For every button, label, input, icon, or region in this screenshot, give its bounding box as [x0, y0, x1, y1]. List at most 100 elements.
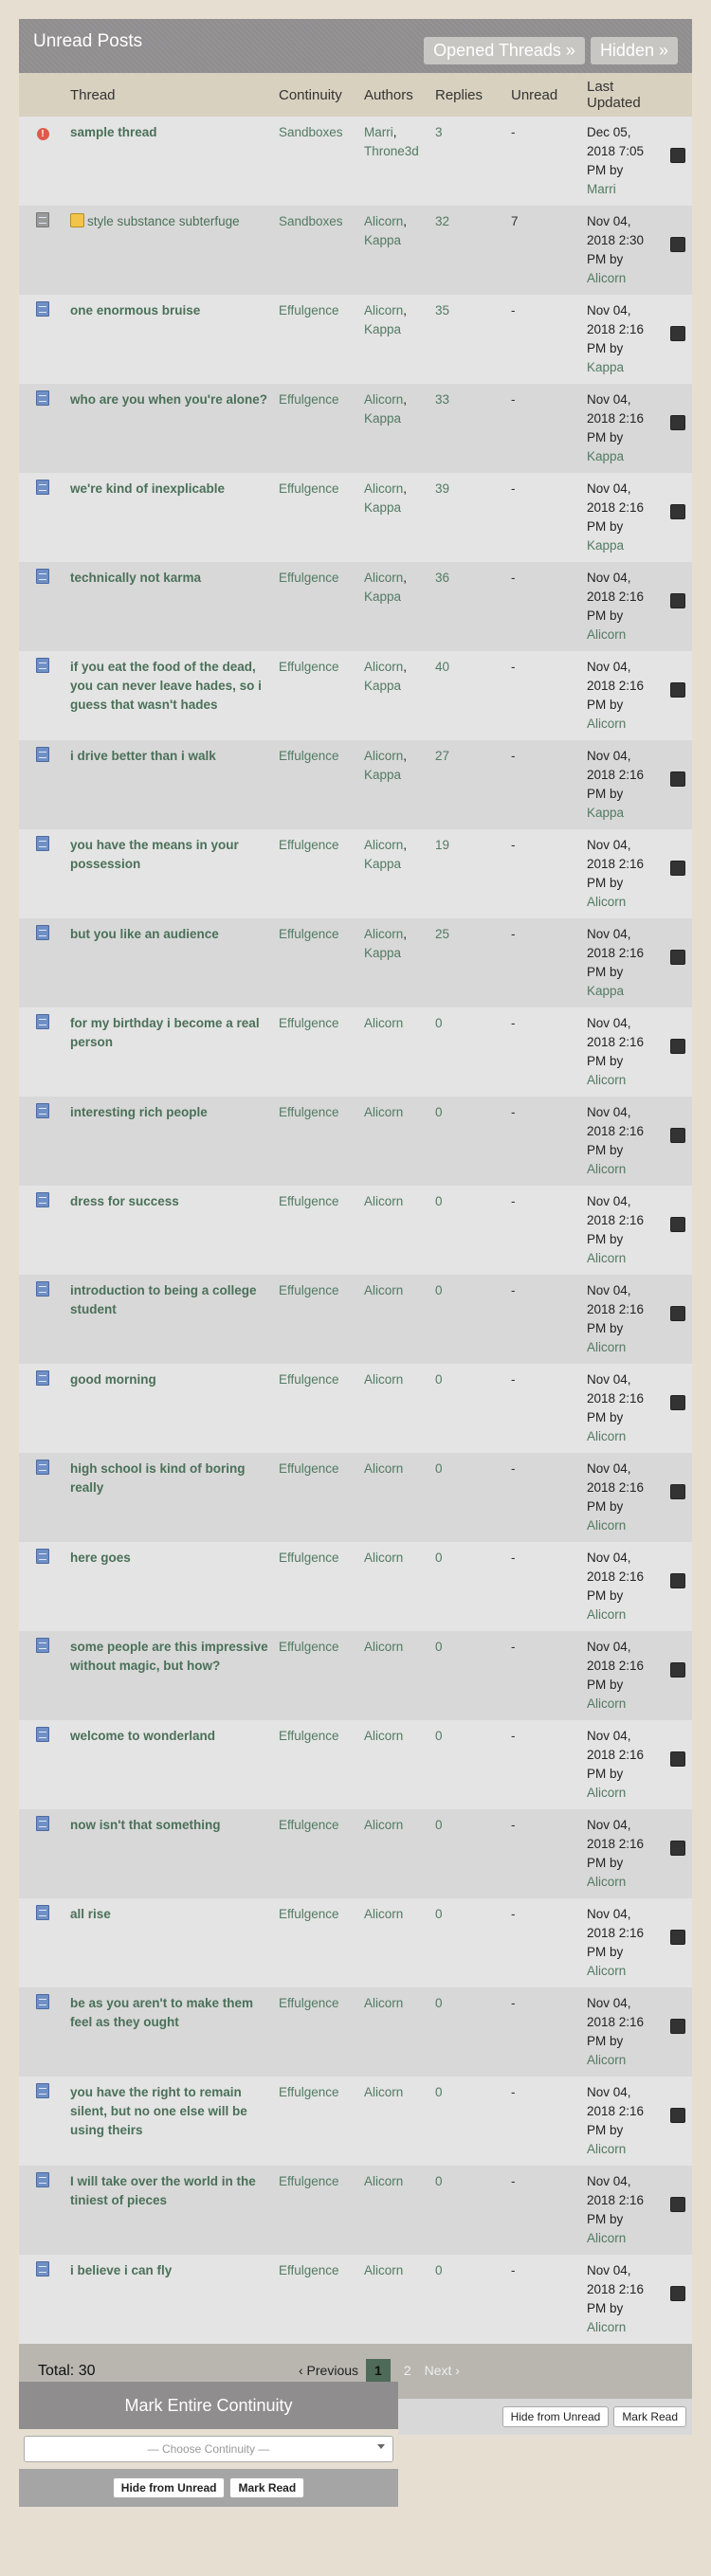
continuity-link[interactable]: Sandboxes: [279, 125, 343, 139]
continuity-link[interactable]: Effulgence: [279, 1996, 339, 2010]
page-2-link[interactable]: 2: [398, 2359, 417, 2382]
row-checkbox[interactable]: [670, 2197, 685, 2212]
replies-link[interactable]: 25: [435, 927, 449, 941]
row-checkbox[interactable]: [670, 1751, 685, 1767]
author-link[interactable]: Kappa: [364, 322, 401, 336]
replies-link[interactable]: 0: [435, 1194, 443, 1208]
thread-title-link[interactable]: style substance subterfuge: [87, 214, 240, 228]
thread-title-link[interactable]: i believe i can fly: [70, 2263, 172, 2277]
thread-title-link[interactable]: for my birthday i become a real person: [70, 1016, 260, 1049]
thread-title-link[interactable]: high school is kind of boring really: [70, 1461, 246, 1495]
opened-threads-button[interactable]: Opened Threads »: [424, 37, 585, 64]
thread-title-link[interactable]: i drive better than i walk: [70, 749, 216, 763]
updated-by-link[interactable]: Alicorn: [587, 271, 626, 285]
continuity-hide-from-unread-button[interactable]: Hide from Unread: [112, 2477, 226, 2498]
replies-link[interactable]: 0: [435, 1105, 443, 1119]
replies-link[interactable]: 0: [435, 1729, 443, 1743]
row-checkbox[interactable]: [670, 237, 685, 252]
continuity-link[interactable]: Effulgence: [279, 1907, 339, 1921]
mark-read-button[interactable]: Mark Read: [613, 2406, 686, 2427]
row-checkbox[interactable]: [670, 682, 685, 698]
updated-by-link[interactable]: Alicorn: [587, 717, 626, 731]
replies-link[interactable]: 39: [435, 481, 449, 496]
replies-link[interactable]: 0: [435, 1551, 443, 1565]
row-checkbox[interactable]: [670, 1039, 685, 1054]
row-checkbox[interactable]: [670, 504, 685, 519]
author-link[interactable]: Alicorn: [364, 749, 403, 763]
replies-link[interactable]: 0: [435, 1461, 443, 1476]
updated-by-link[interactable]: Alicorn: [587, 627, 626, 642]
replies-link[interactable]: 36: [435, 571, 449, 585]
thread-title-link[interactable]: dress for success: [70, 1194, 179, 1208]
author-link[interactable]: Alicorn: [364, 1283, 403, 1297]
prev-page-link[interactable]: ‹ Previous: [299, 2363, 358, 2378]
author-link[interactable]: Alicorn: [364, 214, 403, 228]
author-link[interactable]: Kappa: [364, 590, 401, 604]
updated-by-link[interactable]: Alicorn: [587, 1429, 626, 1443]
updated-by-link[interactable]: Alicorn: [587, 1251, 626, 1265]
continuity-link[interactable]: Effulgence: [279, 303, 339, 317]
thread-title-link[interactable]: I will take over the world in the tinies…: [70, 2174, 256, 2207]
continuity-mark-read-button[interactable]: Mark Read: [229, 2477, 305, 2498]
thread-title-link[interactable]: good morning: [70, 1372, 156, 1387]
updated-by-link[interactable]: Marri: [587, 182, 616, 196]
thread-title-link[interactable]: introduction to being a college student: [70, 1283, 257, 1316]
continuity-link[interactable]: Effulgence: [279, 1372, 339, 1387]
author-link[interactable]: Alicorn: [364, 481, 403, 496]
row-checkbox[interactable]: [670, 950, 685, 965]
updated-by-link[interactable]: Alicorn: [587, 2053, 626, 2067]
updated-by-link[interactable]: Alicorn: [587, 1964, 626, 1978]
updated-by-link[interactable]: Alicorn: [587, 2320, 626, 2334]
continuity-link[interactable]: Effulgence: [279, 1818, 339, 1832]
row-checkbox[interactable]: [670, 861, 685, 876]
author-link[interactable]: Alicorn: [364, 1194, 403, 1208]
updated-by-link[interactable]: Alicorn: [587, 1786, 626, 1800]
thread-title-link[interactable]: be as you aren't to make them feel as th…: [70, 1996, 253, 2029]
row-checkbox[interactable]: [670, 1395, 685, 1410]
replies-link[interactable]: 0: [435, 2085, 443, 2099]
author-link[interactable]: Alicorn: [364, 660, 403, 674]
author-link[interactable]: Alicorn: [364, 1372, 403, 1387]
continuity-link[interactable]: Effulgence: [279, 571, 339, 585]
continuity-link[interactable]: Effulgence: [279, 1551, 339, 1565]
author-link[interactable]: Alicorn: [364, 392, 403, 407]
continuity-link[interactable]: Effulgence: [279, 2263, 339, 2277]
thread-title-link[interactable]: now isn't that something: [70, 1818, 220, 1832]
thread-title-link[interactable]: but you like an audience: [70, 927, 219, 941]
continuity-link[interactable]: Effulgence: [279, 1105, 339, 1119]
updated-by-link[interactable]: Alicorn: [587, 1073, 626, 1087]
replies-link[interactable]: 32: [435, 214, 449, 228]
author-link[interactable]: Marri: [364, 125, 393, 139]
row-checkbox[interactable]: [670, 1662, 685, 1678]
thread-title-link[interactable]: welcome to wonderland: [70, 1729, 215, 1743]
continuity-link[interactable]: Effulgence: [279, 1729, 339, 1743]
thread-title-link[interactable]: sample thread: [70, 125, 157, 139]
replies-link[interactable]: 0: [435, 1996, 443, 2010]
author-link[interactable]: Alicorn: [364, 2085, 403, 2099]
replies-link[interactable]: 27: [435, 749, 449, 763]
thread-title-link[interactable]: if you eat the food of the dead, you can…: [70, 660, 262, 712]
thread-title-link[interactable]: we're kind of inexplicable: [70, 481, 225, 496]
replies-link[interactable]: 0: [435, 1016, 443, 1030]
replies-link[interactable]: 0: [435, 1818, 443, 1832]
replies-link[interactable]: 0: [435, 1283, 443, 1297]
continuity-link[interactable]: Effulgence: [279, 927, 339, 941]
row-checkbox[interactable]: [670, 2019, 685, 2034]
replies-link[interactable]: 0: [435, 1640, 443, 1654]
row-checkbox[interactable]: [670, 1930, 685, 1945]
continuity-link[interactable]: Effulgence: [279, 481, 339, 496]
author-link[interactable]: Alicorn: [364, 1729, 403, 1743]
replies-link[interactable]: 40: [435, 660, 449, 674]
row-checkbox[interactable]: [670, 771, 685, 787]
author-link[interactable]: Alicorn: [364, 1907, 403, 1921]
author-link[interactable]: Kappa: [364, 857, 401, 871]
continuity-select[interactable]: — Choose Continuity —: [24, 2436, 393, 2462]
updated-by-link[interactable]: Kappa: [587, 806, 624, 820]
thread-title-link[interactable]: one enormous bruise: [70, 303, 200, 317]
updated-by-link[interactable]: Kappa: [587, 449, 624, 463]
author-link[interactable]: Kappa: [364, 411, 401, 426]
author-link[interactable]: Alicorn: [364, 838, 403, 852]
thread-title-link[interactable]: you have the means in your possession: [70, 838, 239, 871]
author-link[interactable]: Alicorn: [364, 927, 403, 941]
author-link[interactable]: Alicorn: [364, 2263, 403, 2277]
